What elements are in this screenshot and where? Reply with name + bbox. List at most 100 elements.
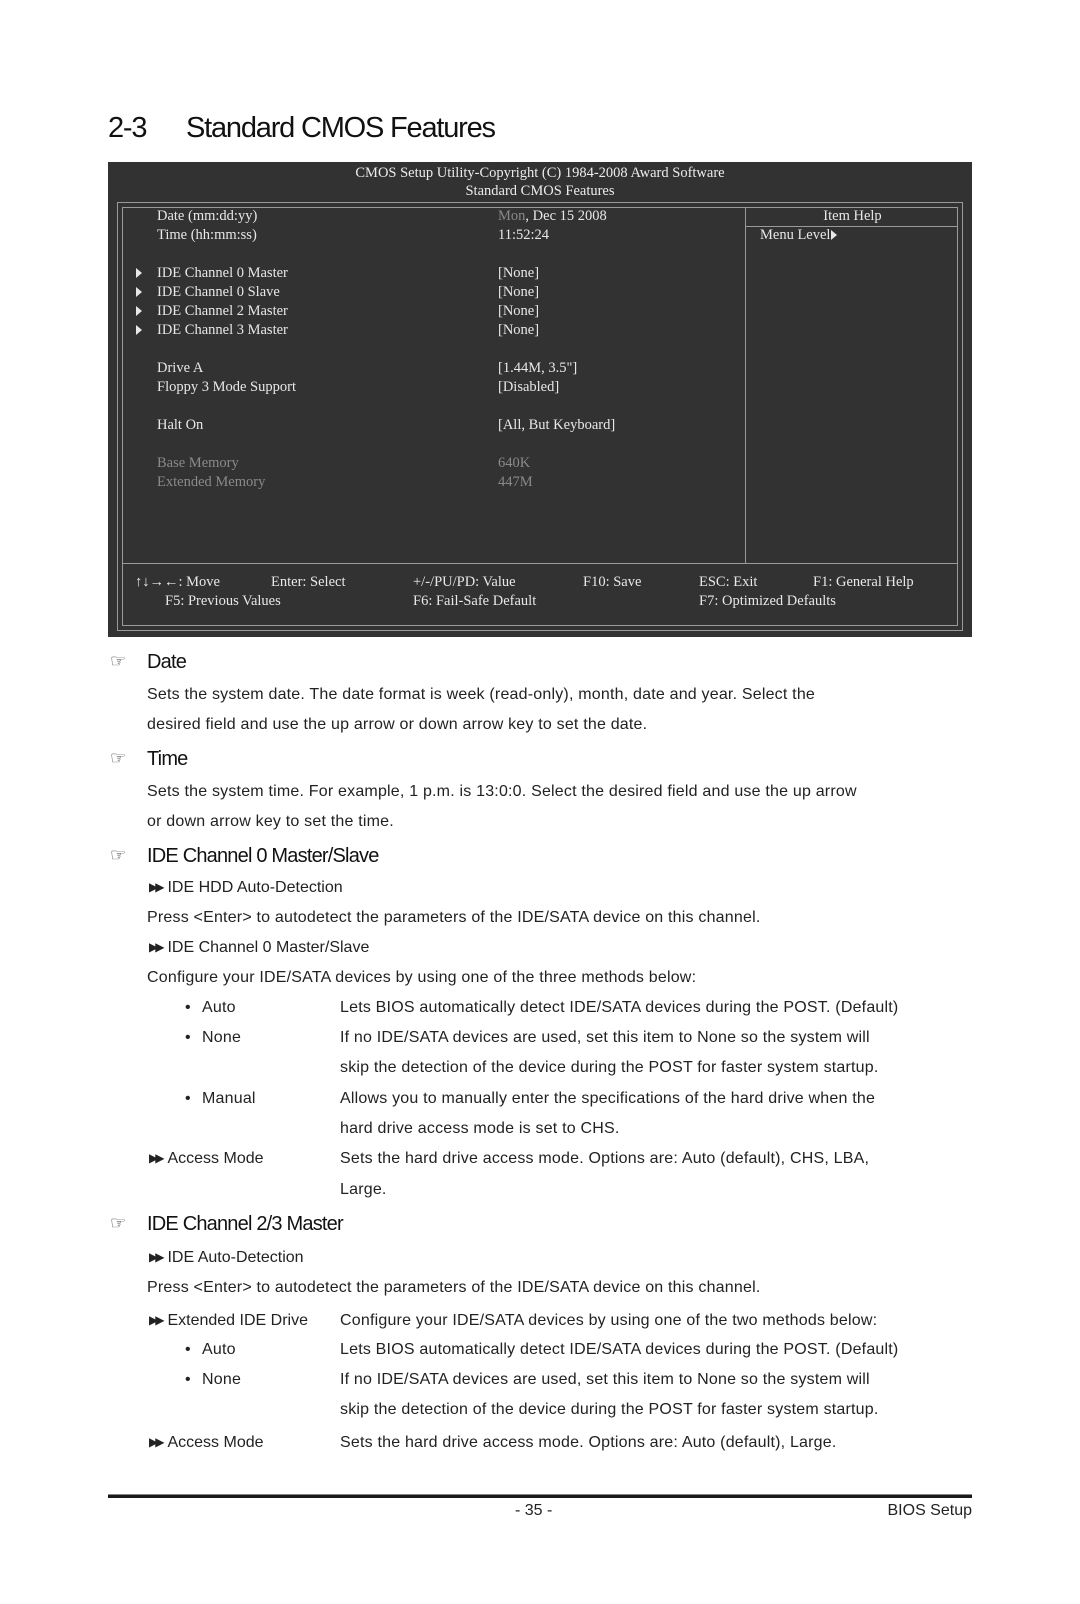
menu-level-label: Menu Level: [760, 227, 838, 244]
bullet: •: [185, 999, 191, 1016]
bios-item-base-memory: Base Memory: [157, 455, 239, 471]
section-heading-date: Date: [147, 651, 187, 673]
time-desc-line2: or down arrow key to set the time.: [147, 813, 394, 830]
item-help-title: Item Help: [823, 208, 882, 224]
option-manual-desc-line2: hard drive access mode is set to CHS.: [340, 1120, 620, 1137]
bios-value-ide3-master[interactable]: [None]: [498, 322, 539, 339]
footer-label: BIOS Setup: [887, 1502, 973, 1519]
bios-item-ide0-slave[interactable]: IDE Channel 0 Slave: [157, 284, 280, 301]
subheading-access-mode: ▶▶ Access Mode: [149, 1150, 264, 1167]
bios-value-ide0-slave[interactable]: [None]: [498, 284, 539, 301]
bios-header-copyright: CMOS Setup Utility-Copyright (C) 1984-20…: [355, 165, 725, 181]
subheading-access-mode: ▶▶ Access Mode: [149, 1434, 264, 1451]
double-arrow-icon: ▶▶: [149, 880, 165, 894]
subheading-ide-channel-0-master-slave: ▶▶ IDE Channel 0 Master/Slave: [149, 939, 370, 956]
date-desc-line1: Sets the system date. The date format is…: [147, 686, 816, 703]
key-f10: F10: Save: [583, 574, 642, 590]
bios-item-ide0-master[interactable]: IDE Channel 0 Master: [157, 265, 288, 282]
bios-item-ide3-master[interactable]: IDE Channel 3 Master: [157, 322, 288, 339]
double-arrow-icon: ▶▶: [149, 1435, 165, 1449]
option-auto-label: Auto: [202, 1341, 236, 1358]
double-arrow-icon: ▶▶: [149, 1250, 165, 1264]
bios-item-drive-a[interactable]: Drive A: [157, 360, 203, 377]
bios-item-extended-memory: Extended Memory: [157, 474, 266, 490]
submenu-arrow-icon: [136, 306, 142, 316]
key-f7: F7: Optimized Defaults: [699, 593, 836, 609]
section-title: Standard CMOS Features: [186, 112, 496, 144]
page-number: - 35 -: [515, 1502, 553, 1519]
option-none-label: None: [202, 1371, 242, 1388]
option-auto-desc: Lets BIOS automatically detect IDE/SATA …: [340, 1341, 899, 1358]
access-mode-desc: Sets the hard drive access mode. Options…: [340, 1434, 837, 1451]
submenu-arrow-icon: [136, 268, 142, 278]
option-none-desc-line1: If no IDE/SATA devices are used, set thi…: [340, 1371, 870, 1388]
option-none-desc-line1: If no IDE/SATA devices are used, set thi…: [340, 1029, 870, 1046]
bios-inner-frame: Date (mm:dd:yy) Mon, Dec 15 2008 Time (h…: [122, 207, 958, 626]
bios-value-ide0-master[interactable]: [None]: [498, 265, 539, 282]
page-title: 2-3 Standard CMOS Features: [108, 112, 496, 145]
option-none-desc-line2: skip the detection of the device during …: [340, 1059, 879, 1076]
key-esc: ESC: Exit: [699, 574, 758, 590]
bullet: •: [185, 1341, 191, 1358]
key-f6: F6: Fail-Safe Default: [413, 593, 537, 609]
bios-value-time[interactable]: 11:52:24: [498, 227, 549, 244]
ide23-sub1-desc: Press <Enter> to autodetect the paramete…: [147, 1279, 761, 1296]
pointing-hand-icon: ☞: [110, 748, 127, 768]
bios-value-halt-on[interactable]: [All, But Keyboard]: [498, 417, 615, 434]
pointing-hand-icon: ☞: [110, 651, 127, 671]
bios-item-floppy3[interactable]: Floppy 3 Mode Support: [157, 379, 296, 396]
section-heading-ide23: IDE Channel 2/3 Master: [147, 1213, 344, 1235]
bios-item-ide2-master[interactable]: IDE Channel 2 Master: [157, 303, 288, 320]
pointing-hand-icon: ☞: [110, 1213, 127, 1233]
key-enter: Enter: Select: [271, 574, 346, 590]
bios-value-drive-a[interactable]: [1.44M, 3.5"]: [498, 360, 577, 377]
bios-value-extended-memory: 447M: [498, 474, 533, 490]
menu-level-arrow-icon: [831, 230, 838, 240]
bios-item-date[interactable]: Date (mm:dd:yy): [157, 208, 257, 225]
bios-item-halt-on[interactable]: Halt On: [157, 417, 203, 434]
option-none-label: None: [202, 1029, 242, 1046]
bullet: •: [185, 1090, 191, 1107]
bios-value-date[interactable]: Mon, Dec 15 2008: [498, 208, 607, 225]
option-auto-label: Auto: [202, 999, 236, 1016]
bullet: •: [185, 1371, 191, 1388]
bios-value-ide2-master[interactable]: [None]: [498, 303, 539, 320]
ide01-sub1-desc: Press <Enter> to autodetect the paramete…: [147, 909, 761, 926]
section-heading-ide01: IDE Channel 0 Master/Slave: [147, 845, 379, 867]
bios-value-base-memory: 640K: [498, 455, 531, 471]
double-arrow-icon: ▶▶: [149, 940, 165, 954]
bios-frame: Date (mm:dd:yy) Mon, Dec 15 2008 Time (h…: [117, 202, 963, 631]
bios-item-time[interactable]: Time (hh:mm:ss): [157, 227, 257, 244]
subheading-ide-hdd-auto-detection: ▶▶ IDE HDD Auto-Detection: [149, 879, 343, 896]
help-column-divider: [745, 208, 746, 563]
ide23-sub2-desc: Configure your IDE/SATA devices by using…: [340, 1312, 878, 1329]
date-desc-line2: desired field and use the up arrow or do…: [147, 716, 648, 733]
bios-value-floppy3[interactable]: [Disabled]: [498, 379, 559, 396]
time-desc-line1: Sets the system time. For example, 1 p.m…: [147, 783, 857, 800]
access-mode-desc-line2: Large.: [340, 1181, 387, 1198]
option-manual-desc-line1: Allows you to manually enter the specifi…: [340, 1090, 876, 1107]
option-auto-desc: Lets BIOS automatically detect IDE/SATA …: [340, 999, 899, 1016]
section-heading-time: Time: [147, 748, 188, 770]
day-of-week: Mon: [498, 208, 526, 224]
double-arrow-icon: ▶▶: [149, 1151, 165, 1165]
bullet: •: [185, 1029, 191, 1046]
footer-rule: [108, 1494, 972, 1498]
key-f5: F5: Previous Values: [165, 593, 281, 609]
option-manual-label: Manual: [202, 1090, 256, 1107]
access-mode-desc-line1: Sets the hard drive access mode. Options…: [340, 1150, 870, 1167]
submenu-arrow-icon: [136, 287, 142, 297]
ide01-sub2-desc: Configure your IDE/SATA devices by using…: [147, 969, 697, 986]
option-none-desc-line2: skip the detection of the device during …: [340, 1401, 879, 1418]
key-f1: F1: General Help: [813, 574, 914, 590]
subheading-extended-ide-drive: ▶▶ Extended IDE Drive: [149, 1312, 308, 1329]
keybar-divider: [123, 563, 957, 564]
double-arrow-icon: ▶▶: [149, 1313, 165, 1327]
key-value: +/-/PU/PD: Value: [413, 574, 516, 590]
submenu-arrow-icon: [136, 325, 142, 335]
bios-header-title: Standard CMOS Features: [465, 183, 615, 199]
section-number: 2-3: [108, 112, 148, 144]
pointing-hand-icon: ☞: [110, 845, 127, 865]
key-move: ↑↓→←: Move: [135, 574, 220, 590]
bios-screen: CMOS Setup Utility-Copyright (C) 1984-20…: [108, 162, 972, 637]
